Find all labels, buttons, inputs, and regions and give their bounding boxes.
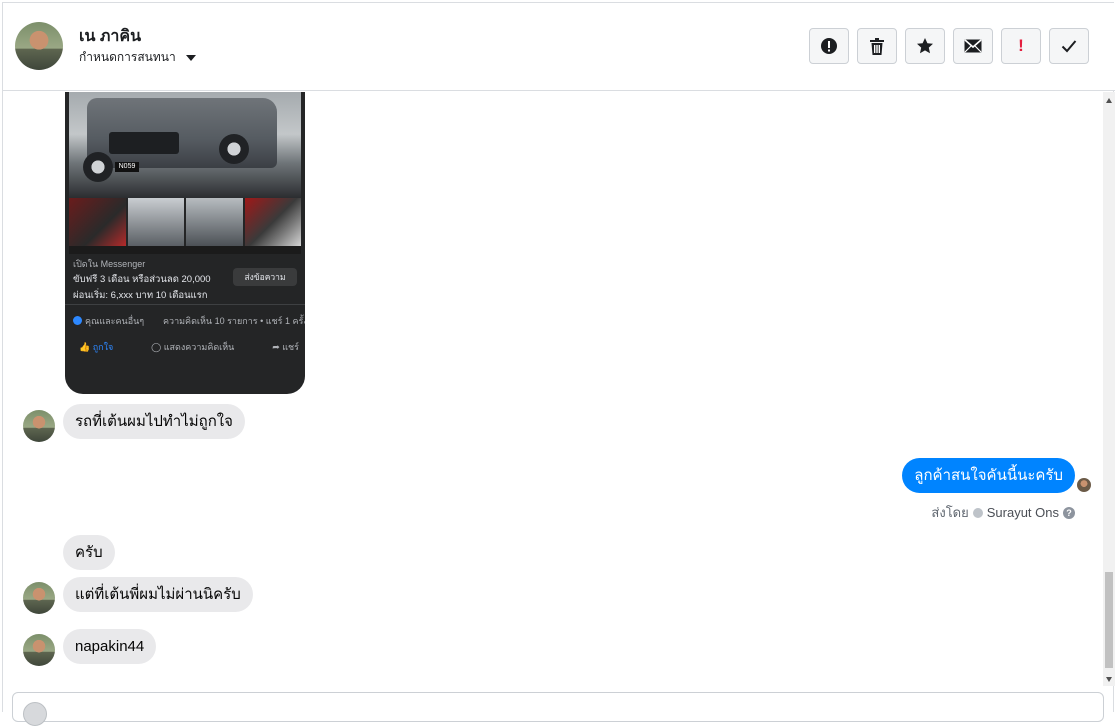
open-in-messenger-text: เปิดใน Messenger xyxy=(73,259,146,269)
sent-by-prefix: ส่งโดย xyxy=(931,505,969,520)
send-message-button: ส่งข้อความ xyxy=(233,268,297,286)
outgoing-message[interactable]: ลูกค้าสนใจคันนี้นะครับ xyxy=(902,458,1075,493)
help-icon[interactable]: ? xyxy=(1063,506,1075,519)
comment-action: ◯ แสดงความคิดเห็น xyxy=(151,342,235,352)
check-icon xyxy=(1061,40,1077,53)
thread-scrollbar[interactable] xyxy=(1103,92,1115,686)
delete-button[interactable] xyxy=(857,28,897,64)
shared-image-attachment[interactable]: N059 เปิดใน Messenger ขับฟรี 3 เดือน หรื… xyxy=(65,92,305,394)
contact-avatar-small[interactable] xyxy=(23,410,55,442)
incoming-message[interactable]: ครับ xyxy=(63,535,115,570)
photo-thumbnails xyxy=(69,198,301,246)
verified-icon xyxy=(972,507,983,518)
star-button[interactable] xyxy=(905,28,945,64)
reply-composer[interactable] xyxy=(12,692,1104,726)
incoming-message[interactable]: napakin44 xyxy=(63,629,157,664)
mark-done-button[interactable] xyxy=(1049,28,1089,64)
scroll-up-arrow-icon[interactable] xyxy=(1106,98,1112,103)
contact-avatar[interactable] xyxy=(15,22,63,70)
message-thread[interactable]: N059 เปิดใน Messenger ขับฟรี 3 เดือน หรื… xyxy=(3,92,1115,686)
star-icon xyxy=(917,38,933,54)
conversation-actions: ! xyxy=(809,28,1089,64)
post-action-row: 👍 ถูกใจ ◯ แสดงความคิดเห็น ➦ แชร์ xyxy=(79,340,299,354)
sent-by-info: ส่งโดย Surayut Ons ? xyxy=(931,502,1075,523)
truck-photo: N059 xyxy=(69,92,301,198)
conversation-header: เน ภาคิน กำหนดการสนทนา ! xyxy=(3,3,1115,91)
follow-up-button[interactable]: ! xyxy=(1001,28,1041,64)
share-action: ➦ แชร์ xyxy=(272,342,299,352)
scroll-thumb[interactable] xyxy=(1105,572,1113,668)
caret-down-icon xyxy=(185,54,196,61)
alert-circle-icon xyxy=(821,38,837,54)
reaction-summary: คุณและคนอื่นๆ xyxy=(73,314,144,328)
inbox-conversation-panel: เน ภาคิน กำหนดการสนทนา ! N059 เปิดใน Mes… xyxy=(2,2,1115,712)
label-dropdown-text: กำหนดการสนทนา xyxy=(79,50,176,64)
promo-line-2: ผ่อนเริ่ม: 6,xxx บาท 10 เดือนแรก xyxy=(73,290,208,301)
mark-spam-button[interactable] xyxy=(809,28,849,64)
like-reaction-icon xyxy=(73,316,82,325)
mark-unread-button[interactable] xyxy=(953,28,993,64)
exclamation-icon: ! xyxy=(1018,36,1024,55)
seen-avatar xyxy=(1077,478,1091,492)
composer-avatar xyxy=(23,702,47,726)
contact-name[interactable]: เน ภาคิน xyxy=(79,24,141,49)
post-stats: ความคิดเห็น 10 รายการ • แชร์ 1 ครั้ง xyxy=(163,316,305,326)
contact-avatar-small[interactable] xyxy=(23,582,55,614)
contact-avatar-small[interactable] xyxy=(23,634,55,666)
trash-icon xyxy=(870,37,884,55)
scroll-down-arrow-icon[interactable] xyxy=(1106,677,1112,682)
promo-line-1: ขับฟรี 3 เดือน หรือส่วนลด 20,000 xyxy=(73,274,211,285)
license-plate: N059 xyxy=(115,162,139,172)
incoming-message[interactable]: แต่ที่เต้นพี่ผมไม่ผ่านนิครับ xyxy=(63,577,253,612)
incoming-message[interactable]: รถที่เต้นผมไปทำไม่ถูกใจ xyxy=(63,404,245,439)
like-action: 👍 ถูกใจ xyxy=(79,342,114,352)
sender-name[interactable]: Surayut Ons xyxy=(987,505,1059,520)
envelope-icon xyxy=(964,39,982,53)
label-dropdown[interactable]: กำหนดการสนทนา xyxy=(79,48,196,67)
